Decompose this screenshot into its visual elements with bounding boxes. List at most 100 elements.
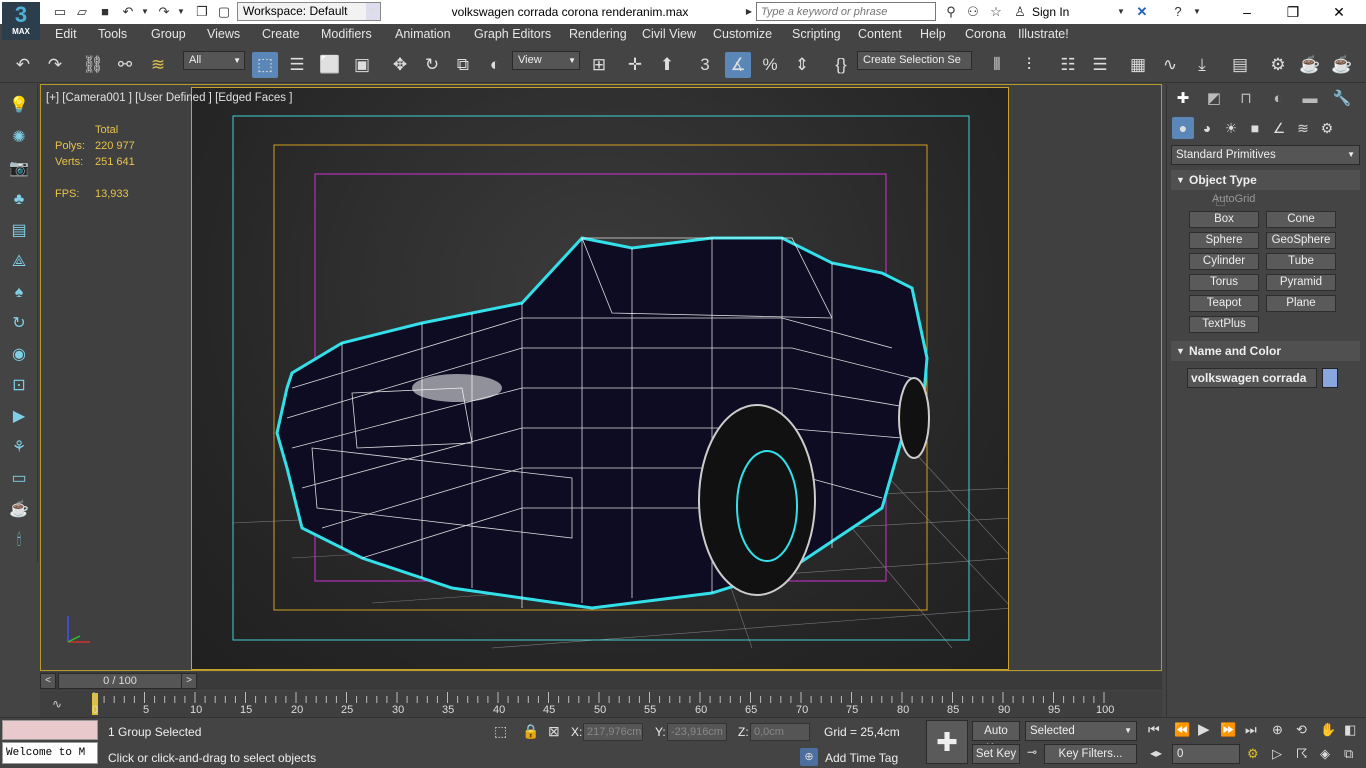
tree-icon[interactable]: ♣ (7, 188, 31, 212)
isolate-selection-icon[interactable]: ⬚ (494, 723, 507, 740)
go-to-start-icon[interactable]: ⏮ (1148, 722, 1160, 738)
select-and-link-icon[interactable]: ⛓ (80, 52, 106, 78)
menu-civil-view[interactable]: Civil View (642, 27, 696, 41)
time-slider[interactable] (40, 672, 1162, 690)
pan-icon[interactable]: ✋ (1320, 722, 1336, 738)
light-bulb-icon[interactable]: 💡 (7, 94, 31, 118)
current-frame-field[interactable]: 0 (1172, 744, 1240, 764)
angle-snap-icon[interactable]: ∡ (725, 52, 751, 78)
align-icon[interactable]: ⫶ (1016, 52, 1042, 78)
time-tag-icon[interactable]: ⊕ (800, 748, 818, 766)
scene-explorer-icon[interactable]: ☷ (1055, 52, 1081, 78)
maximize-viewport-icon[interactable]: ⧉ (1344, 746, 1353, 762)
menu-rendering[interactable]: Rendering (569, 27, 627, 41)
mirror-icon[interactable]: ⫴ (984, 52, 1010, 78)
move-icon[interactable]: ✥ (387, 52, 413, 78)
percent-snap-icon[interactable]: % (757, 52, 783, 78)
camera-icon[interactable]: 📷 (7, 157, 31, 181)
key-filters-button[interactable]: Key Filters... (1044, 744, 1137, 764)
sphere-button[interactable]: Sphere (1189, 232, 1259, 249)
binoculars-icon[interactable]: ⚲ (943, 4, 959, 20)
named-selection-sets-dropdown[interactable]: Create Selection Se (857, 51, 972, 70)
schematic-view-icon[interactable]: ⤓ (1189, 52, 1215, 78)
object-type-rollout[interactable]: ▼ Object Type (1171, 170, 1360, 190)
name-and-color-rollout[interactable]: ▼ Name and Color (1171, 341, 1360, 361)
menu-illustrate[interactable]: Illustrate! (1018, 27, 1069, 41)
walk-through-icon[interactable]: ☈ (1296, 746, 1308, 762)
unlink-icon[interactable]: ⚯ (112, 52, 138, 78)
place-icon[interactable]: ◐ (482, 52, 508, 78)
rotate-icon[interactable]: ↻ (419, 52, 445, 78)
save-file-icon[interactable]: ■ (97, 4, 113, 20)
zoom-extents-icon[interactable]: ⊕ (1272, 722, 1283, 738)
spinner-snap-icon[interactable]: ⇕ (789, 52, 815, 78)
lights-icon[interactable]: ☀ (1220, 117, 1242, 139)
sign-in-link[interactable]: Sign In (1032, 5, 1069, 19)
close-button[interactable]: ✕ (1316, 0, 1362, 24)
sign-in-dropdown-icon[interactable]: ▼ (1116, 4, 1126, 20)
teapot-icon[interactable]: ☕ (7, 498, 31, 522)
render-safe-frame[interactable] (191, 87, 1009, 670)
title-arrow-icon[interactable]: ▶ (744, 4, 754, 20)
window-tool-icon[interactable]: ▭ (7, 467, 31, 491)
geometry-icon[interactable]: ● (1172, 117, 1194, 139)
x-coord-field[interactable]: 217,976cm (583, 723, 643, 741)
set-key-button[interactable]: Set Key (972, 744, 1020, 764)
hierarchy-tab-icon[interactable]: ⊓ (1234, 88, 1258, 110)
create-tab-icon[interactable]: ✚ (1171, 88, 1195, 110)
field-of-view-icon[interactable]: ◧ (1344, 722, 1356, 738)
key-selection-dropdown[interactable]: Selected ▼ (1025, 721, 1137, 741)
systems-icon[interactable]: ⚙ (1316, 117, 1338, 139)
pivot-center-icon[interactable]: ⊞ (586, 52, 612, 78)
vfb-icon[interactable]: ⚘ (7, 436, 31, 460)
dolly-icon[interactable]: ▷ (1272, 746, 1282, 762)
z-coord-field[interactable]: 0,0cm (750, 723, 810, 741)
maximize-button[interactable]: ❐ (1270, 0, 1316, 24)
undo-icon[interactable]: ↶ (10, 52, 36, 78)
search-input[interactable] (756, 2, 936, 21)
library-icon[interactable]: ▤ (7, 219, 31, 243)
maxscript-mini-listener[interactable]: Welcome to M (2, 742, 98, 764)
sun-icon[interactable]: ✺ (7, 126, 31, 150)
cylinder-button[interactable]: Cylinder (1189, 253, 1259, 270)
window-icon[interactable]: ▢ (216, 4, 232, 20)
plane-button[interactable]: Plane (1266, 295, 1336, 312)
menu-help[interactable]: Help (920, 27, 946, 41)
maxscript-listener-output[interactable] (2, 720, 98, 740)
project-folder-icon[interactable]: ❐ (194, 4, 210, 20)
teapot-button[interactable]: Teapot (1189, 295, 1259, 312)
bind-space-warp-icon[interactable]: ≋ (145, 52, 171, 78)
next-frame-icon[interactable]: ⏩ (1220, 722, 1236, 738)
textplus-button[interactable]: TextPlus (1189, 316, 1259, 333)
render-setup-icon[interactable]: ⚙ (1265, 52, 1291, 78)
motion-tab-icon[interactable]: ◐ (1266, 88, 1290, 110)
set-key-plus-icon[interactable]: ✚ (926, 720, 968, 764)
exchange-icon[interactable]: ✕ (1134, 4, 1150, 20)
pyramid-button[interactable]: Pyramid (1266, 274, 1336, 291)
reference-coordinate-dropdown[interactable]: View ▼ (512, 51, 580, 70)
snaps-toggle-icon[interactable]: 3 (692, 52, 718, 78)
utilities-tab-icon[interactable]: 🔧 (1330, 88, 1354, 110)
tube-button[interactable]: Tube (1266, 253, 1336, 270)
select-object-icon[interactable]: ⬚ (252, 52, 278, 78)
render-icon[interactable]: ▶ (7, 405, 31, 429)
auto-key-button[interactable]: Auto Key (972, 721, 1020, 755)
menu-content[interactable]: Content (858, 27, 902, 41)
menu-corona[interactable]: Corona (965, 27, 1006, 41)
proxy-icon[interactable]: ⟁ (7, 250, 31, 274)
select-by-name-icon[interactable]: ☰ (284, 52, 310, 78)
y-coord-field[interactable]: -23,916cm (667, 723, 727, 741)
menu-scripting[interactable]: Scripting (792, 27, 841, 41)
lamp-icon[interactable]: 🕯 (7, 529, 31, 553)
help-icon[interactable]: ? (1170, 4, 1186, 20)
scale-icon[interactable]: ⧉ (450, 52, 476, 78)
menu-customize[interactable]: Customize (713, 27, 772, 41)
next-frame-arrow-icon[interactable]: > (181, 673, 197, 689)
toggle-ribbon-icon[interactable]: ▦ (1125, 52, 1151, 78)
menu-edit[interactable]: Edit (55, 27, 77, 41)
redo-icon[interactable]: ↷ (42, 52, 68, 78)
viewport-label[interactable]: [+] [Camera001 ] [User Defined ] [Edged … (46, 92, 292, 104)
menu-animation[interactable]: Animation (395, 27, 451, 41)
helpers-icon[interactable]: ∠ (1268, 117, 1290, 139)
space-warps-icon[interactable]: ≋ (1292, 117, 1314, 139)
